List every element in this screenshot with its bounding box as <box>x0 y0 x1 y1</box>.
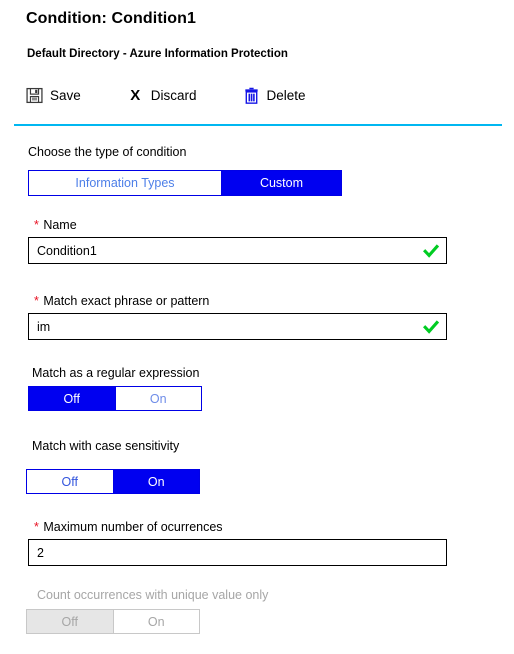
case-sensitivity-toggle-off-label: Off <box>62 475 78 489</box>
delete-button[interactable]: Delete <box>243 87 306 104</box>
save-button[interactable]: Save <box>26 87 81 104</box>
name-field-wrap <box>28 237 447 264</box>
name-label-row: * Name <box>34 216 77 234</box>
case-sensitivity-toggle: Off On <box>26 469 200 494</box>
regex-toggle-off-label: Off <box>64 392 80 406</box>
trash-icon <box>243 87 260 104</box>
regex-label: Match as a regular expression <box>32 366 199 380</box>
name-input[interactable] <box>29 238 446 263</box>
x-icon: X <box>127 87 144 104</box>
save-button-label: Save <box>50 88 81 103</box>
name-required-asterisk: * <box>34 218 39 232</box>
condition-type-section: Choose the type of condition <box>28 144 186 160</box>
header-divider <box>14 124 502 126</box>
match-phrase-required-asterisk: * <box>34 294 39 308</box>
command-bar: Save X Discard Delete <box>26 82 306 108</box>
unique-only-toggle-off-label: Off <box>62 615 78 629</box>
condition-type-label: Choose the type of condition <box>28 144 186 160</box>
floppy-disk-icon <box>26 87 43 104</box>
regex-toggle-on[interactable]: On <box>115 386 203 411</box>
case-sensitivity-label: Match with case sensitivity <box>32 439 179 453</box>
unique-only-toggle: Off On <box>26 609 200 634</box>
match-phrase-label: Match exact phrase or pattern <box>43 294 209 308</box>
max-occurrences-required-asterisk: * <box>34 520 39 534</box>
green-check-icon-name <box>423 243 439 259</box>
case-sensitivity-toggle-off[interactable]: Off <box>26 469 113 494</box>
tab-information-types[interactable]: Information Types <box>28 170 221 196</box>
condition-blade: Condition: Condition1 Default Directory … <box>0 0 514 654</box>
green-check-icon-match-phrase <box>423 319 439 335</box>
tab-information-types-label: Information Types <box>75 176 174 190</box>
name-label: Name <box>43 218 76 232</box>
case-sensitivity-label-row: Match with case sensitivity <box>32 437 179 455</box>
discard-button-label: Discard <box>151 88 197 103</box>
unique-only-toggle-on: On <box>113 609 201 634</box>
max-occurrences-input[interactable] <box>29 540 446 565</box>
regex-toggle-on-label: On <box>150 392 167 406</box>
max-occurrences-label: Maximum number of ocurrences <box>43 520 222 534</box>
tab-custom-label: Custom <box>260 176 303 190</box>
match-phrase-field-wrap <box>28 313 447 340</box>
unique-only-toggle-on-label: On <box>148 615 165 629</box>
match-phrase-input[interactable] <box>29 314 446 339</box>
match-phrase-label-row: * Match exact phrase or pattern <box>34 292 209 310</box>
condition-type-tabs: Information Types Custom <box>28 170 342 196</box>
unique-only-label-row: Count occurrences with unique value only <box>37 586 268 604</box>
regex-toggle-off[interactable]: Off <box>28 386 115 411</box>
regex-toggle: Off On <box>28 386 202 411</box>
page-title: Condition: Condition1 <box>26 10 196 28</box>
case-sensitivity-toggle-on[interactable]: On <box>113 469 201 494</box>
delete-button-label: Delete <box>267 88 306 103</box>
unique-only-toggle-off: Off <box>26 609 113 634</box>
tab-custom[interactable]: Custom <box>221 170 342 196</box>
unique-only-label: Count occurrences with unique value only <box>37 588 268 602</box>
max-occurrences-label-row: * Maximum number of ocurrences <box>34 518 223 536</box>
case-sensitivity-toggle-on-label: On <box>148 475 165 489</box>
page-subtitle: Default Directory - Azure Information Pr… <box>27 48 288 60</box>
regex-label-row: Match as a regular expression <box>32 364 199 382</box>
discard-button[interactable]: X Discard <box>127 87 197 104</box>
max-occurrences-field-wrap <box>28 539 447 566</box>
